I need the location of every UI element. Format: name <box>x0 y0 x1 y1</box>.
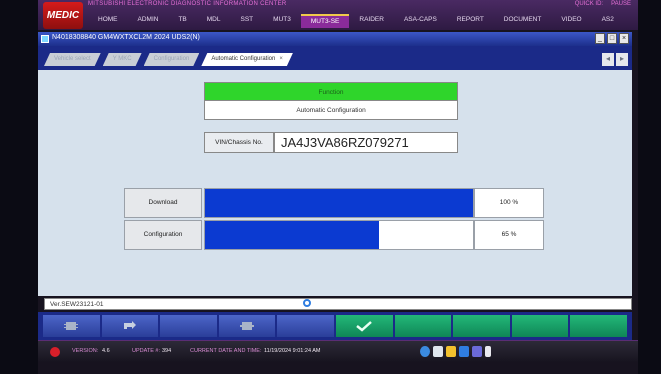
menu-report[interactable]: REPORT <box>447 14 494 28</box>
ecu-icon <box>64 322 79 330</box>
minimize-button[interactable]: _ <box>595 33 605 44</box>
software-version: Ver.SEW23121-01 <box>50 301 104 308</box>
datetime-value: 11/19/2024 9:01:24 AM <box>264 348 321 354</box>
download-progress-bar <box>204 188 474 218</box>
medic-logo: MEDIC <box>43 2 83 29</box>
power-icon[interactable] <box>50 347 60 357</box>
tab-close-icon[interactable]: × <box>279 56 283 62</box>
menu-mut3-se[interactable]: MUT3-SE <box>300 14 350 28</box>
confirm-button[interactable] <box>335 315 393 337</box>
version-label: VERSION: <box>72 348 99 354</box>
loading-ring-icon <box>303 299 311 307</box>
ecu-button[interactable] <box>43 315 100 337</box>
menu-video[interactable]: VIDEO <box>551 14 591 28</box>
configuration-label: Configuration <box>124 220 202 250</box>
tab-label: Y MKC <box>112 56 132 62</box>
folder-icon[interactable] <box>446 346 456 357</box>
quick-id-link[interactable]: QUICK ID: <box>575 1 603 7</box>
tab-bar: Vehicle select Y MKC Configuration Autom… <box>38 46 632 70</box>
toolbar-button-10[interactable] <box>570 315 627 337</box>
help-icon[interactable] <box>420 346 430 357</box>
toolbar-button-9[interactable] <box>511 315 569 337</box>
network-icon[interactable] <box>433 346 443 357</box>
maximize-button[interactable]: □ <box>607 33 617 44</box>
header-links: QUICK ID: PAUSE <box>575 1 631 7</box>
version-value: 4.6 <box>102 348 110 354</box>
update-label: UPDATE #: <box>132 348 161 354</box>
datetime-label: CURRENT DATE AND TIME: <box>190 348 262 354</box>
menu-asa-caps[interactable]: ASA-CAPS <box>394 14 447 28</box>
toolbar-button-5[interactable] <box>277 315 334 337</box>
window-titlebar: N4018308840 GM4WXTXCL2M 2024 UDS2(N) _ □… <box>38 32 632 46</box>
back-button[interactable] <box>101 315 159 337</box>
monitor-icon[interactable] <box>459 346 469 357</box>
pause-link[interactable]: PAUSE <box>611 1 631 7</box>
menu-raider[interactable]: RAIDER <box>349 14 394 28</box>
toolbar-button-8[interactable] <box>453 315 510 337</box>
configuration-progress-fill <box>205 221 380 249</box>
tab-automatic-configuration[interactable]: Automatic Configuration × <box>201 53 293 66</box>
system-tray <box>420 346 491 357</box>
screen: MEDIC MITSUBISHI ELECTRONIC DIAGNOSTIC I… <box>0 0 661 374</box>
menu-mut3[interactable]: MUT3 <box>263 14 301 28</box>
configuration-progress-bar <box>204 220 474 250</box>
menu-home[interactable]: HOME <box>88 14 128 28</box>
tab-scroll-right-icon[interactable]: ▸ <box>616 53 628 66</box>
window-controls: _ □ × <box>595 33 629 44</box>
settings-icon[interactable] <box>472 346 482 357</box>
menu-tb[interactable]: TB <box>168 14 196 28</box>
check-icon <box>356 321 373 332</box>
tab-scroll-left-icon[interactable]: ◂ <box>602 53 614 66</box>
menu-document[interactable]: DOCUMENT <box>494 14 552 28</box>
ecu2-icon <box>240 322 255 330</box>
tab-mkc[interactable]: Y MKC <box>103 53 142 66</box>
close-button[interactable]: × <box>619 33 629 44</box>
tab-vehicle-select[interactable]: Vehicle select <box>44 53 101 66</box>
download-progress-fill <box>205 189 473 217</box>
version-bar: Ver.SEW23121-01 <box>44 298 632 310</box>
bottom-toolbar <box>38 312 632 340</box>
menu-mdl[interactable]: MDL <box>197 14 231 28</box>
main-panel: Function Automatic Configuration VIN/Cha… <box>38 70 632 296</box>
tab-configuration[interactable]: Configuration <box>144 53 200 66</box>
toolbar-button-7[interactable] <box>394 315 452 337</box>
toolbar-button-3[interactable] <box>160 315 217 337</box>
breadcrumb-tabs: Vehicle select Y MKC Configuration Autom… <box>44 53 293 66</box>
function-title: Function <box>204 82 458 101</box>
menu-admin[interactable]: ADMIN <box>128 14 169 28</box>
window-title: N4018308840 GM4WXTXCL2M 2024 UDS2(N) <box>52 34 200 41</box>
app-title: MITSUBISHI ELECTRONIC DIAGNOSTIC INFORMA… <box>88 1 287 7</box>
download-label: Download <box>124 188 202 218</box>
vin-label: VIN/Chassis No. <box>204 132 274 153</box>
configuration-percent: 65 % <box>474 220 544 250</box>
update-value: 394 <box>162 348 172 354</box>
tab-label: Automatic Configuration <box>211 56 276 62</box>
main-menu: HOME ADMIN TB MDL SST MUT3 MUT3-SE RAIDE… <box>88 14 624 28</box>
ecu2-button[interactable] <box>218 315 276 337</box>
menu-as2[interactable]: AS2 <box>592 14 624 28</box>
function-subtitle: Automatic Configuration <box>204 101 458 120</box>
download-percent: 100 % <box>474 188 544 218</box>
window-icon <box>41 35 49 43</box>
tab-scroll-controls: ◂ ▸ <box>602 53 628 66</box>
battery-icon <box>485 346 491 357</box>
menu-sst[interactable]: SST <box>231 14 264 28</box>
status-bar: VERSION: 4.6 UPDATE #: 394 CURRENT DATE … <box>38 340 638 362</box>
tab-label: Vehicle select <box>54 56 91 62</box>
back-icon <box>123 321 136 329</box>
vin-value: JA4J3VA86RZ079271 <box>274 132 458 153</box>
tab-label: Configuration <box>153 56 190 62</box>
